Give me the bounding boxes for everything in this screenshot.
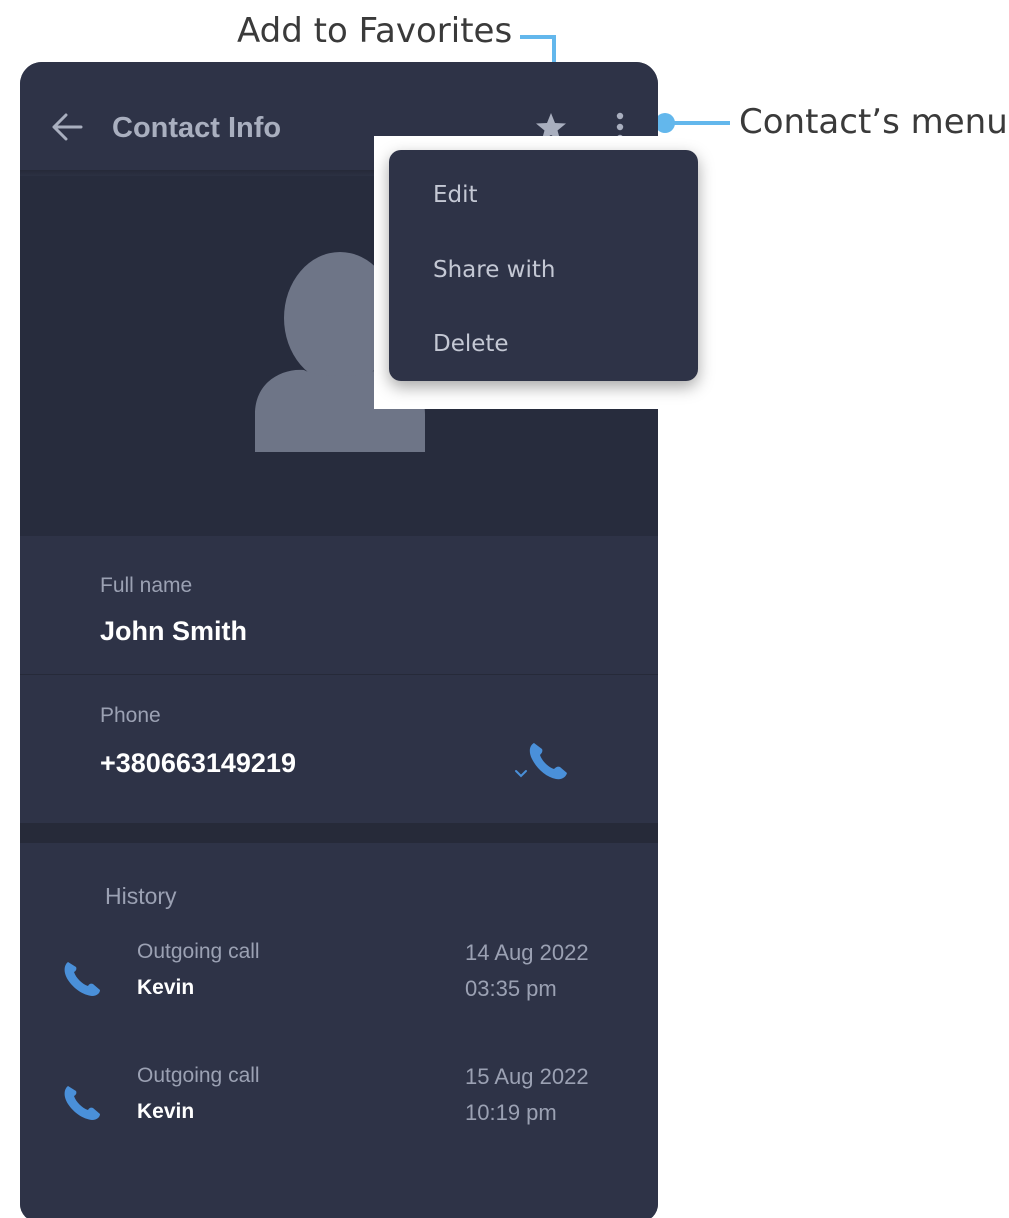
full-name-section: Full name John Smith: [20, 536, 658, 674]
favorites-callout-label: Add to Favorites: [237, 11, 513, 51]
call-contact-name: Kevin: [137, 1100, 195, 1123]
menu-callout-dot: [655, 113, 675, 133]
menu-callout-line: [668, 121, 730, 125]
full-name-value: John Smith: [100, 616, 247, 646]
menu-callout-label: Contact’s menu: [739, 102, 1008, 142]
call-type: Outgoing call: [137, 940, 260, 963]
phone-icon: [64, 962, 100, 996]
history-section: History Outgoing call Kevin 14 Aug 2022 …: [20, 843, 658, 1218]
call-time: 10:19 pm: [465, 1100, 557, 1125]
call-time: 03:35 pm: [465, 976, 557, 1001]
screen: Add to Favorites Contact’s menu Contact …: [0, 0, 1009, 1218]
call-date: 14 Aug 2022: [465, 940, 589, 965]
list-item[interactable]: Outgoing call Kevin 15 Aug 2022 10:19 pm: [20, 1064, 658, 1144]
menu-item-edit[interactable]: Edit: [389, 163, 698, 227]
phone-value: +380663149219: [100, 748, 296, 778]
contact-menu: Edit Share with Delete: [389, 150, 698, 381]
phone-section: Phone +380663149219: [20, 675, 658, 823]
phone-label: Phone: [100, 704, 161, 727]
favorites-callout-line-h: [520, 35, 556, 39]
call-contact-name: Kevin: [137, 976, 195, 999]
menu-item-delete[interactable]: Delete: [389, 312, 698, 376]
call-type: Outgoing call: [137, 1064, 260, 1087]
section-separator: [20, 823, 658, 843]
full-name-label: Full name: [100, 574, 193, 597]
phone-icon[interactable]: [514, 737, 570, 785]
menu-item-share-with[interactable]: Share with: [389, 238, 698, 302]
arrow-left-icon[interactable]: [50, 112, 84, 142]
call-date: 15 Aug 2022: [465, 1064, 589, 1089]
list-item[interactable]: Outgoing call Kevin 14 Aug 2022 03:35 pm: [20, 940, 658, 1020]
history-title: History: [105, 883, 177, 909]
page-title: Contact Info: [112, 112, 282, 144]
phone-icon: [64, 1086, 100, 1120]
